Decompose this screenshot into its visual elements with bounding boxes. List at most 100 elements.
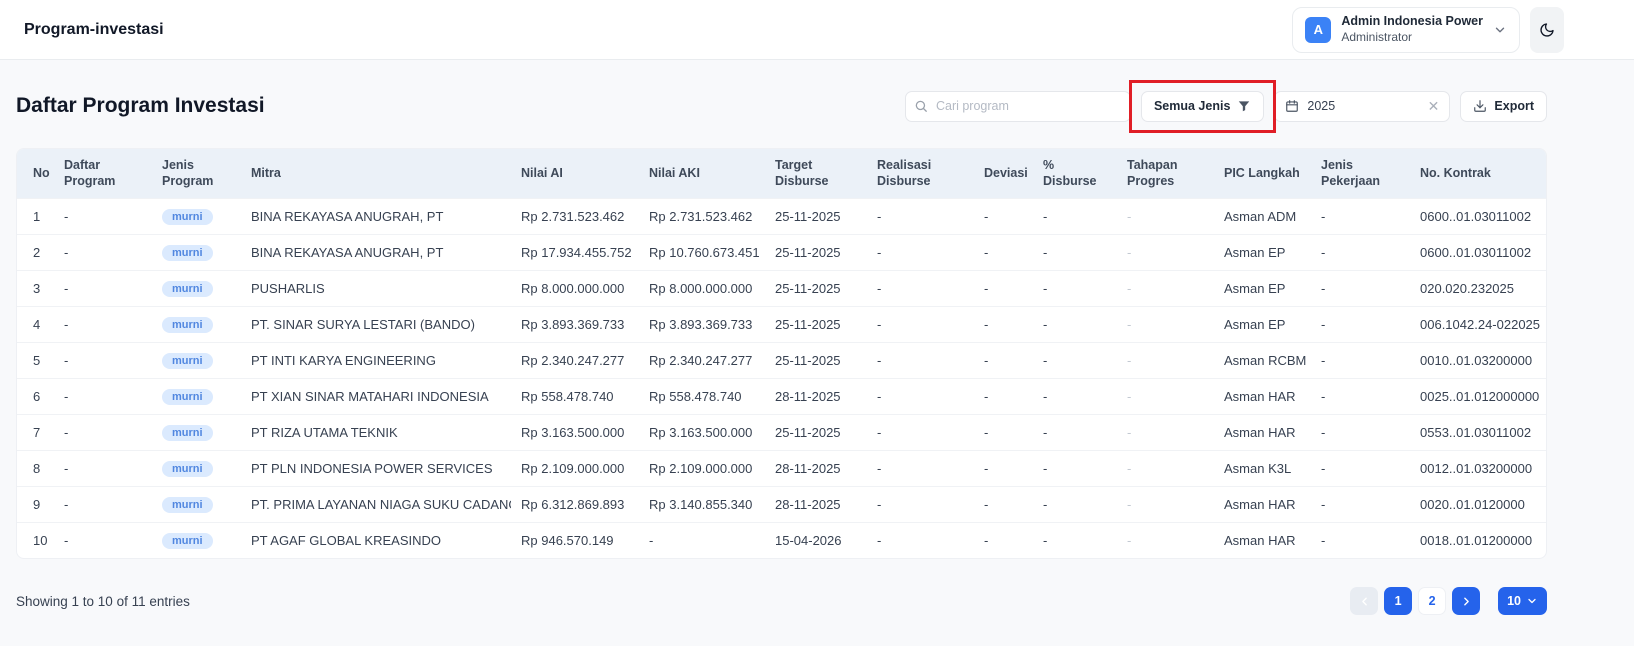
- pagination-prev-button[interactable]: [1350, 587, 1379, 615]
- cell-tahapan-progres: -: [1117, 269, 1214, 306]
- cell-daftar-program: -: [54, 305, 152, 342]
- cell-pic-langkah: Asman ADM: [1214, 197, 1311, 234]
- table-header: No Daftar Program Jenis Program Mitra Ni…: [17, 149, 1546, 198]
- col-jenis-pekerjaan: Jenis Pekerjaan: [1311, 149, 1410, 198]
- cell-pic-langkah: Asman K3L: [1214, 449, 1311, 486]
- col-tahapan-progres: Tahapan Progres: [1117, 149, 1214, 198]
- cell-jenis-pekerjaan: -: [1311, 377, 1410, 414]
- cell-pic-langkah: Asman EP: [1214, 305, 1311, 342]
- user-role: Administrator: [1341, 29, 1412, 44]
- cell-pct-disburse: -: [1033, 341, 1117, 378]
- cell-nilai-ai: Rp 3.893.369.733: [511, 305, 639, 342]
- cell-jenis-pekerjaan: -: [1311, 341, 1410, 378]
- jenis-program-badge: murni: [162, 208, 213, 225]
- jenis-filter-label: Semua Jenis: [1153, 99, 1231, 113]
- jenis-program-badge: murni: [162, 316, 213, 333]
- cell-pic-langkah: Asman EP: [1214, 233, 1311, 270]
- cell-daftar-program: -: [54, 341, 152, 378]
- cell-realisasi-disburse: -: [867, 197, 974, 234]
- app-header: Program-investasi A Admin Indonesia Powe…: [0, 0, 1634, 60]
- cell-pct-disburse: -: [1033, 377, 1117, 414]
- cell-nilai-aki: Rp 3.140.855.340: [639, 485, 765, 522]
- cell-daftar-program: -: [54, 485, 152, 522]
- table-row: 9 - murni PT. PRIMA LAYANAN NIAGA SUKU C…: [17, 485, 1546, 522]
- cell-pct-disburse: -: [1033, 521, 1117, 558]
- cell-deviasi: -: [974, 377, 1033, 414]
- col-deviasi: Deviasi: [974, 149, 1033, 198]
- jenis-filter-button[interactable]: Semua Jenis: [1140, 90, 1265, 122]
- page-breadcrumb-title: Program-investasi: [24, 20, 164, 38]
- toolbar-controls: Semua Jenis 2025 ✕ Export: [904, 79, 1547, 133]
- cell-daftar-program: -: [54, 233, 152, 270]
- pagination-page-2[interactable]: 2: [1418, 587, 1447, 615]
- cell-target-disburse: 28-11-2025: [765, 449, 867, 486]
- export-button[interactable]: Export: [1460, 90, 1547, 122]
- cell-nilai-ai: Rp 8.000.000.000: [511, 269, 639, 306]
- cell-no: 2: [17, 233, 54, 270]
- cell-no: 1: [17, 197, 54, 234]
- user-menu[interactable]: A Admin Indonesia Power Administrator: [1292, 6, 1520, 53]
- cell-nilai-ai: Rp 6.312.869.893: [511, 485, 639, 522]
- avatar: A: [1305, 16, 1332, 43]
- cell-pct-disburse: -: [1033, 197, 1117, 234]
- theme-toggle-button[interactable]: [1530, 6, 1564, 53]
- cell-jenis-pekerjaan: -: [1311, 233, 1410, 270]
- pagination-page-1[interactable]: 1: [1384, 587, 1413, 615]
- cell-nilai-ai: Rp 3.163.500.000: [511, 413, 639, 450]
- year-value: 2025: [1307, 99, 1336, 113]
- cell-realisasi-disburse: -: [867, 377, 974, 414]
- cell-nilai-ai: Rp 2.340.247.277: [511, 341, 639, 378]
- cell-mitra: PT AGAF GLOBAL KREASINDO: [241, 521, 511, 558]
- cell-nilai-ai: Rp 558.478.740: [511, 377, 639, 414]
- cell-target-disburse: 25-11-2025: [765, 305, 867, 342]
- cell-jenis-pekerjaan: -: [1311, 305, 1410, 342]
- cell-jenis-pekerjaan: -: [1311, 197, 1410, 234]
- col-target-disburse: Target Disburse: [765, 149, 867, 198]
- cell-mitra: PT INTI KARYA ENGINEERING: [241, 341, 511, 378]
- cell-tahapan-progres: -: [1117, 197, 1214, 234]
- search-box: [904, 90, 1131, 122]
- cell-jenis-pekerjaan: -: [1311, 413, 1410, 450]
- jenis-program-badge: murni: [162, 496, 213, 513]
- cell-mitra: PT PLN INDONESIA POWER SERVICES: [241, 449, 511, 486]
- cell-deviasi: -: [974, 305, 1033, 342]
- clear-x-icon[interactable]: ✕: [1428, 99, 1440, 113]
- cell-no: 5: [17, 341, 54, 378]
- jenis-program-badge: murni: [162, 352, 213, 369]
- cell-jenis-program: murni: [152, 305, 241, 342]
- jenis-program-badge: murni: [162, 532, 213, 549]
- cell-tahapan-progres: -: [1117, 233, 1214, 270]
- col-pct-disburse: % Disburse: [1033, 149, 1117, 198]
- cell-nilai-aki: Rp 3.893.369.733: [639, 305, 765, 342]
- pagination-next-button[interactable]: [1452, 587, 1481, 615]
- cell-daftar-program: -: [54, 521, 152, 558]
- cell-no-kontrak: 0010..01.03200000: [1410, 341, 1546, 378]
- cell-tahapan-progres: -: [1117, 449, 1214, 486]
- calendar-icon: [1285, 99, 1299, 113]
- page-size-select[interactable]: 10: [1498, 587, 1547, 615]
- cell-tahapan-progres: -: [1117, 377, 1214, 414]
- cell-daftar-program: -: [54, 413, 152, 450]
- chevron-right-icon: [1460, 595, 1473, 608]
- cell-pct-disburse: -: [1033, 233, 1117, 270]
- search-input[interactable]: [904, 90, 1131, 122]
- cell-jenis-program: murni: [152, 197, 241, 234]
- col-no: No: [17, 149, 54, 198]
- pagination: 1 2 10: [1350, 587, 1547, 615]
- cell-pct-disburse: -: [1033, 413, 1117, 450]
- chevron-down-icon: [1526, 595, 1538, 607]
- table-row: 3 - murni PUSHARLIS Rp 8.000.000.000 Rp …: [17, 269, 1546, 306]
- cell-nilai-aki: Rp 2.109.000.000: [639, 449, 765, 486]
- program-table: No Daftar Program Jenis Program Mitra Ni…: [17, 149, 1546, 558]
- filter-funnel-icon: [1237, 99, 1251, 113]
- col-pic-langkah: PIC Langkah: [1214, 149, 1311, 198]
- showing-entries-text: Showing 1 to 10 of 11 entries: [16, 593, 190, 609]
- year-picker[interactable]: 2025 ✕: [1274, 90, 1451, 122]
- cell-tahapan-progres: -: [1117, 341, 1214, 378]
- filter-wrap: Semua Jenis: [1128, 79, 1277, 133]
- jenis-program-badge: murni: [162, 424, 213, 441]
- cell-realisasi-disburse: -: [867, 305, 974, 342]
- cell-nilai-aki: Rp 3.163.500.000: [639, 413, 765, 450]
- cell-no-kontrak: 0018..01.01200000: [1410, 521, 1546, 558]
- cell-no-kontrak: 0600..01.03011002: [1410, 233, 1546, 270]
